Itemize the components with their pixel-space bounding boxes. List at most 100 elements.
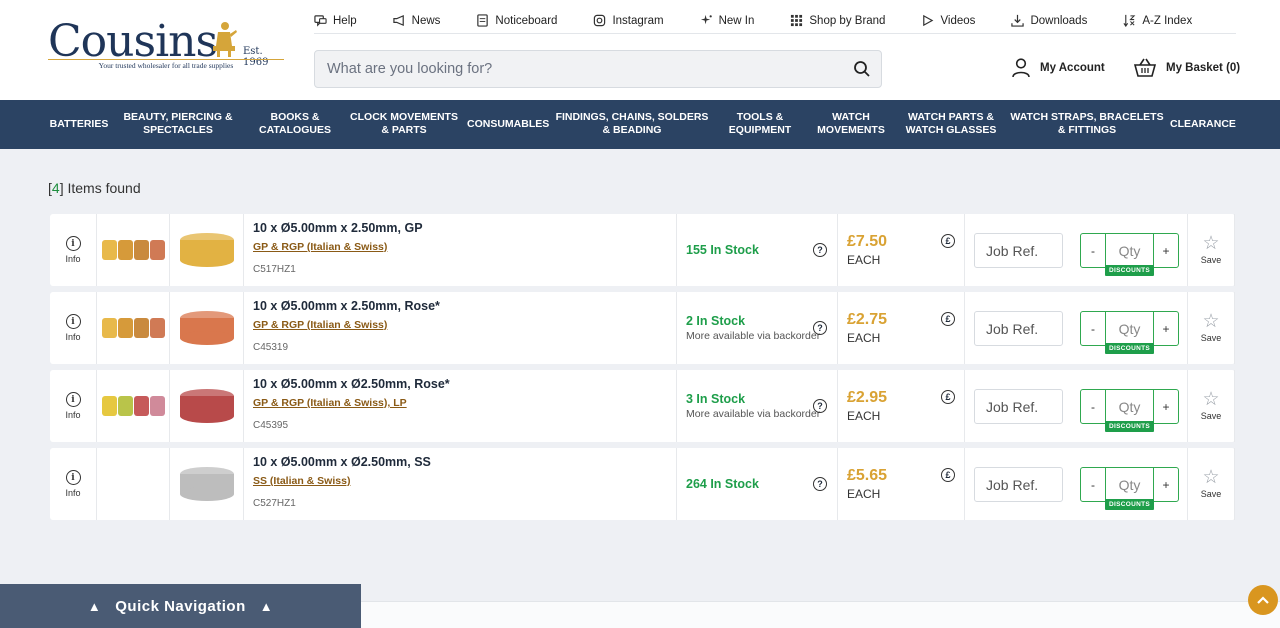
- category-consumables[interactable]: CONSUMABLES: [467, 118, 549, 131]
- discounts-badge[interactable]: DISCOUNTS: [1105, 343, 1154, 354]
- product-thumbnail[interactable]: [178, 464, 236, 504]
- save-button[interactable]: ☆ Save: [1188, 370, 1235, 442]
- info-button[interactable]: i Info: [50, 448, 97, 520]
- quantity-input[interactable]: [1105, 390, 1154, 423]
- my-basket-link[interactable]: My Basket (0): [1134, 58, 1240, 78]
- question-icon[interactable]: ?: [813, 243, 827, 257]
- stock-cell: 2 In Stock More available via backorder?: [677, 292, 838, 364]
- currency-icon[interactable]: £: [941, 468, 955, 482]
- quantity-input[interactable]: [1105, 468, 1154, 501]
- increase-qty-button[interactable]: +: [1154, 234, 1178, 267]
- footer-strip: [361, 601, 1280, 628]
- save-label: Save: [1200, 489, 1222, 499]
- craftsman-figure-icon: [213, 22, 237, 57]
- product-thumbnail[interactable]: [178, 386, 236, 426]
- my-account-link[interactable]: My Account: [1012, 58, 1105, 78]
- category-nav: BATTERIES BEAUTY, PIERCING & SPECTACLES …: [0, 100, 1280, 149]
- product-price: £5.65: [847, 467, 888, 484]
- quantity-input[interactable]: [1105, 312, 1154, 345]
- increase-qty-button[interactable]: +: [1154, 390, 1178, 423]
- search-input[interactable]: [315, 51, 835, 87]
- currency-icon[interactable]: £: [941, 234, 955, 248]
- category-watch-parts-glasses[interactable]: WATCH PARTS & WATCH GLASSES: [904, 111, 998, 137]
- topnav-downloads[interactable]: Downloads: [1011, 14, 1087, 27]
- product-category-link[interactable]: GP & RGP (Italian & Swiss), LP: [253, 397, 407, 409]
- topnav-news[interactable]: News: [392, 14, 440, 27]
- decrease-qty-button[interactable]: -: [1081, 390, 1105, 423]
- info-icon: i: [65, 314, 81, 329]
- product-title[interactable]: 10 x Ø5.00mm x 2.50mm, GP: [253, 221, 423, 235]
- topnav-help[interactable]: Help: [314, 14, 357, 27]
- category-books-catalogues[interactable]: BOOKS & CATALOGUES: [252, 111, 338, 137]
- increase-qty-button[interactable]: +: [1154, 312, 1178, 345]
- price-cell: £5.65 EACH £: [838, 448, 965, 520]
- category-batteries[interactable]: BATTERIES: [48, 118, 110, 131]
- results-count-label: Items found: [67, 180, 141, 196]
- quantity-input[interactable]: [1105, 234, 1154, 267]
- question-icon[interactable]: ?: [813, 477, 827, 491]
- product-category-link[interactable]: GP & RGP (Italian & Swiss): [253, 319, 387, 331]
- job-ref-input[interactable]: [974, 233, 1063, 268]
- question-icon[interactable]: ?: [813, 321, 827, 335]
- product-title[interactable]: 10 x Ø5.00mm x 2.50mm, Rose*: [253, 299, 440, 313]
- megaphone-icon: [392, 14, 404, 27]
- topnav-shop-by-brand[interactable]: Shop by Brand: [790, 14, 885, 27]
- product-thumbnail[interactable]: [178, 230, 236, 270]
- product-thumbnail-small[interactable]: [102, 393, 166, 419]
- category-clock-movements-parts[interactable]: CLOCK MOVEMENTS & PARTS: [346, 111, 462, 137]
- order-cell: - +DISCOUNTS: [965, 370, 1188, 442]
- utility-nav: Help News Noticeboard Instagram New In S…: [314, 8, 1236, 34]
- discounts-badge[interactable]: DISCOUNTS: [1105, 421, 1154, 432]
- my-account-label: My Account: [1040, 62, 1105, 74]
- info-button[interactable]: i Info: [50, 370, 97, 442]
- info-button[interactable]: i Info: [50, 292, 97, 364]
- discounts-badge[interactable]: DISCOUNTS: [1105, 265, 1154, 276]
- job-ref-input[interactable]: [974, 311, 1063, 346]
- topnav-videos[interactable]: Videos: [921, 14, 975, 27]
- decrease-qty-button[interactable]: -: [1081, 312, 1105, 345]
- category-tools-equipment[interactable]: TOOLS & EQUIPMENT: [724, 111, 796, 137]
- quick-navigation-bar[interactable]: ▲ Quick Navigation ▲: [0, 584, 361, 628]
- product-code: C517HZ1: [253, 264, 296, 275]
- category-beauty-piercing-spectacles[interactable]: BEAUTY, PIERCING & SPECTACLES: [122, 111, 234, 137]
- category-watch-movements[interactable]: WATCH MOVEMENTS: [812, 111, 890, 137]
- product-category-link[interactable]: GP & RGP (Italian & Swiss): [253, 241, 387, 253]
- save-button[interactable]: ☆ Save: [1188, 214, 1235, 286]
- product-thumbnail-small[interactable]: [102, 315, 166, 341]
- job-ref-input[interactable]: [974, 467, 1063, 502]
- price-unit: EACH: [847, 409, 881, 423]
- stock-status: 2 In Stock: [686, 314, 746, 328]
- topnav-new-in[interactable]: New In: [700, 14, 754, 27]
- category-clearance[interactable]: CLEARANCE: [1170, 118, 1236, 131]
- brand-logo[interactable]: Cousins Est. 1969 Your trusted wholesale…: [48, 16, 288, 76]
- info-icon: i: [65, 470, 81, 485]
- discounts-badge[interactable]: DISCOUNTS: [1105, 499, 1154, 510]
- category-watch-straps-bracelets-fittings[interactable]: WATCH STRAPS, BRACELETS & FITTINGS: [1010, 111, 1164, 137]
- info-button[interactable]: i Info: [50, 214, 97, 286]
- product-thumbnail[interactable]: [178, 308, 236, 348]
- search-icon[interactable]: [853, 60, 871, 78]
- product-thumbnail-small[interactable]: [102, 237, 166, 263]
- topnav-instagram[interactable]: Instagram: [593, 14, 664, 27]
- info-icon: i: [65, 236, 81, 251]
- job-ref-input[interactable]: [974, 389, 1063, 424]
- question-icon[interactable]: ?: [813, 399, 827, 413]
- info-label: Info: [65, 254, 81, 264]
- currency-icon[interactable]: £: [941, 312, 955, 326]
- decrease-qty-button[interactable]: -: [1081, 234, 1105, 267]
- increase-qty-button[interactable]: +: [1154, 468, 1178, 501]
- topnav-instagram-label: Instagram: [612, 14, 664, 27]
- category-findings-chains-solders-beading[interactable]: FINDINGS, CHAINS, SOLDERS & BEADING: [554, 111, 710, 137]
- topnav-a-z-index[interactable]: A-Z Index: [1123, 14, 1192, 27]
- decrease-qty-button[interactable]: -: [1081, 468, 1105, 501]
- save-button[interactable]: ☆ Save: [1188, 448, 1235, 520]
- save-button[interactable]: ☆ Save: [1188, 292, 1235, 364]
- product-category-link[interactable]: SS (Italian & Swiss): [253, 475, 350, 487]
- quick-navigation-label: Quick Navigation: [115, 597, 246, 615]
- topnav-noticeboard[interactable]: Noticeboard: [476, 14, 557, 27]
- product-title[interactable]: 10 x Ø5.00mm x Ø2.50mm, Rose*: [253, 377, 450, 391]
- currency-icon[interactable]: £: [941, 390, 955, 404]
- back-to-top-button[interactable]: [1248, 585, 1278, 615]
- save-label: Save: [1200, 411, 1222, 421]
- product-title[interactable]: 10 x Ø5.00mm x Ø2.50mm, SS: [253, 455, 431, 469]
